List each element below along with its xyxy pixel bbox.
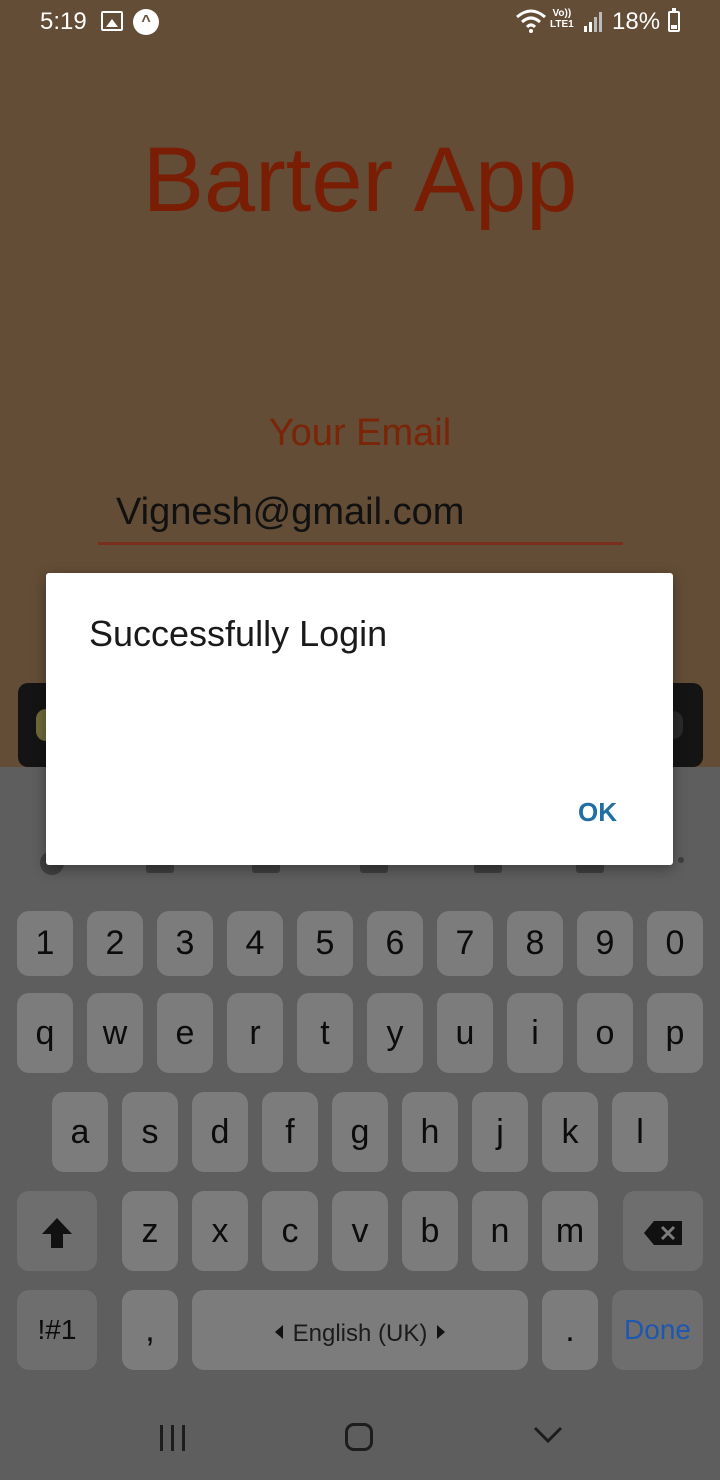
volte-indicator: Vo)) LTE1 xyxy=(550,8,574,30)
gallery-icon xyxy=(101,11,123,31)
app-title: Barter App xyxy=(142,129,578,231)
key-6[interactable]: 6 xyxy=(367,911,423,976)
space-key[interactable]: English (UK) xyxy=(192,1290,528,1370)
key-d[interactable]: d xyxy=(192,1092,248,1172)
done-key[interactable]: Done xyxy=(612,1290,703,1370)
key-g[interactable]: g xyxy=(332,1092,388,1172)
recent-apps-icon[interactable] xyxy=(158,1425,188,1451)
key-l[interactable]: l xyxy=(612,1092,668,1172)
back-chevron-down-icon[interactable] xyxy=(532,1425,564,1445)
email-label: Your Email xyxy=(268,412,452,454)
volte-line1: Vo)) xyxy=(552,8,572,19)
shift-icon xyxy=(42,1218,72,1249)
key-q[interactable]: q xyxy=(17,993,73,1073)
key-e[interactable]: e xyxy=(157,993,213,1073)
comma-key[interactable]: , xyxy=(122,1290,178,1370)
language-next-icon xyxy=(437,1325,446,1340)
key-9[interactable]: 9 xyxy=(577,911,633,976)
key-0[interactable]: 0 xyxy=(647,911,703,976)
key-4[interactable]: 4 xyxy=(227,911,283,976)
shift-key[interactable] xyxy=(17,1191,97,1271)
email-value: Vignesh@gmail.com xyxy=(116,491,465,533)
wifi-icon xyxy=(516,9,546,33)
status-time: 5:19 xyxy=(40,8,87,35)
key-r[interactable]: r xyxy=(227,993,283,1073)
key-s[interactable]: s xyxy=(122,1092,178,1172)
key-5[interactable]: 5 xyxy=(297,911,353,976)
backspace-key[interactable] xyxy=(623,1191,703,1271)
key-y[interactable]: y xyxy=(367,993,423,1073)
key-u[interactable]: u xyxy=(437,993,493,1073)
email-field[interactable]: Vignesh@gmail.com xyxy=(98,487,623,545)
key-x[interactable]: x xyxy=(192,1191,248,1271)
key-1[interactable]: 1 xyxy=(17,911,73,976)
volte-line2: LTE1 xyxy=(550,19,574,30)
battery-percent: 18% xyxy=(612,8,661,35)
alert-dialog: Successfully Login OK xyxy=(46,573,673,865)
key-t[interactable]: t xyxy=(297,993,353,1073)
key-c[interactable]: c xyxy=(262,1191,318,1271)
dialog-message: Successfully Login xyxy=(89,613,388,654)
key-w[interactable]: w xyxy=(87,993,143,1073)
key-8[interactable]: 8 xyxy=(507,911,563,976)
battery-icon xyxy=(668,8,680,32)
navigation-bar xyxy=(0,1397,720,1480)
key-3[interactable]: 3 xyxy=(157,911,213,976)
period-key[interactable]: . xyxy=(542,1290,598,1370)
key-k[interactable]: k xyxy=(542,1092,598,1172)
key-f[interactable]: f xyxy=(262,1092,318,1172)
key-a[interactable]: a xyxy=(52,1092,108,1172)
key-p[interactable]: p xyxy=(647,993,703,1073)
key-o[interactable]: o xyxy=(577,993,633,1073)
key-v[interactable]: v xyxy=(332,1191,388,1271)
signal-icon xyxy=(584,12,602,32)
key-z[interactable]: z xyxy=(122,1191,178,1271)
key-n[interactable]: n xyxy=(472,1191,528,1271)
home-icon[interactable] xyxy=(345,1423,373,1451)
ok-button[interactable]: OK xyxy=(564,793,631,832)
app-notification-icon: ^ xyxy=(133,9,159,35)
key-m[interactable]: m xyxy=(542,1191,598,1271)
key-i[interactable]: i xyxy=(507,993,563,1073)
space-language-label: English (UK) xyxy=(292,1320,428,1347)
more-icon[interactable] xyxy=(678,857,684,863)
key-2[interactable]: 2 xyxy=(87,911,143,976)
key-b[interactable]: b xyxy=(402,1191,458,1271)
key-h[interactable]: h xyxy=(402,1092,458,1172)
key-j[interactable]: j xyxy=(472,1092,528,1172)
key-7[interactable]: 7 xyxy=(437,911,493,976)
backspace-icon xyxy=(644,1221,682,1246)
language-prev-icon xyxy=(274,1325,283,1340)
status-bar: 5:19 ^ Vo)) LTE1 18% xyxy=(0,0,720,46)
symbols-key[interactable]: !#1 xyxy=(17,1290,97,1370)
